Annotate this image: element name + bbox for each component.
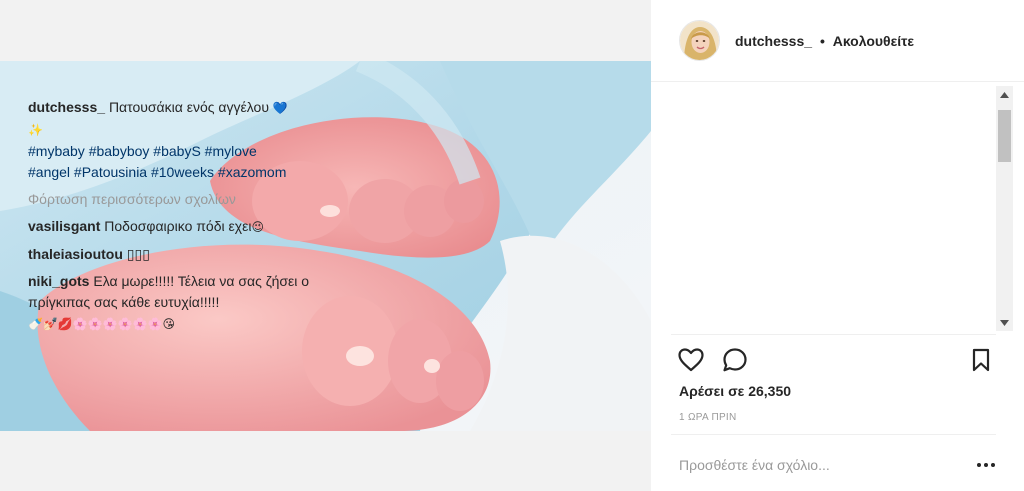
post-header: dutchesss_ • Ακολουθείτε [651, 0, 1024, 82]
comment-username[interactable]: vasilisgant [28, 218, 100, 234]
bookmark-icon[interactable] [967, 346, 995, 374]
comment-username[interactable]: thaleiasioutou [28, 246, 123, 262]
heart-icon[interactable] [677, 346, 705, 374]
header-text: dutchesss_ • Ακολουθείτε [735, 33, 914, 49]
add-comment-input[interactable] [679, 454, 959, 476]
avatar-image [680, 21, 719, 60]
caption-username[interactable]: dutchesss_ [28, 99, 105, 115]
more-options-icon[interactable] [974, 458, 998, 472]
comments-scrollbar[interactable] [996, 86, 1013, 331]
caption-text: Πατουσάκια ενός αγγέλου [108, 99, 269, 115]
post-actions [677, 346, 997, 376]
comment-item: niki_gots Ελα μωρε!!!!! Τέλεια να σας ζή… [28, 271, 342, 333]
comment-emoji: 🍼💅🏻💋🌸🌸🌸🌸🌸🌸😘 [28, 317, 175, 331]
scroll-up-arrow-icon[interactable] [996, 86, 1013, 103]
comment-item: thaleiasioutou ▯▯▯ [28, 244, 342, 265]
comment-text: ▯▯▯ [126, 246, 150, 262]
header-username[interactable]: dutchesss_ [735, 33, 812, 49]
hashtags-line-1[interactable]: #mybaby #babyboy #babyS #mylove [28, 143, 257, 159]
header-separator: • [819, 32, 825, 49]
comment-bubble-icon[interactable] [721, 346, 749, 374]
scroll-down-arrow-icon[interactable] [996, 314, 1013, 331]
sparkles-emoji: ✨ [28, 123, 43, 137]
load-more-comments-link[interactable]: Φόρτωση περισσότερων σχολίων [28, 189, 342, 210]
scrollbar-thumb[interactable] [998, 110, 1011, 162]
comment-text: Ποδοσφαιρικο πόδι εχει [104, 218, 252, 234]
follow-status-button[interactable]: Ακολουθείτε [833, 33, 914, 49]
heart-emoji: 💙 [272, 101, 288, 115]
likes-count[interactable]: Αρέσει σε 26,350 [679, 383, 791, 399]
comment-username[interactable]: niki_gots [28, 273, 89, 289]
avatar[interactable] [679, 20, 720, 61]
divider [671, 334, 996, 335]
divider [671, 434, 996, 435]
comments-list[interactable]: dutchesss_ Πατουσάκια ενός αγγέλου 💙 ✨ #… [28, 97, 342, 333]
caption: dutchesss_ Πατουσάκια ενός αγγέλου 💙 ✨ #… [28, 97, 342, 183]
comment-emoji: 😉 [251, 220, 264, 234]
hashtags-line-2[interactable]: #angel #Patousinia #10weeks #xazomom [28, 164, 286, 180]
post-timestamp[interactable]: 1 ΩΡΑ ΠΡΙΝ [679, 412, 737, 423]
comment-item: vasilisgant Ποδοσφαιρικο πόδι εχει😉 [28, 216, 342, 238]
